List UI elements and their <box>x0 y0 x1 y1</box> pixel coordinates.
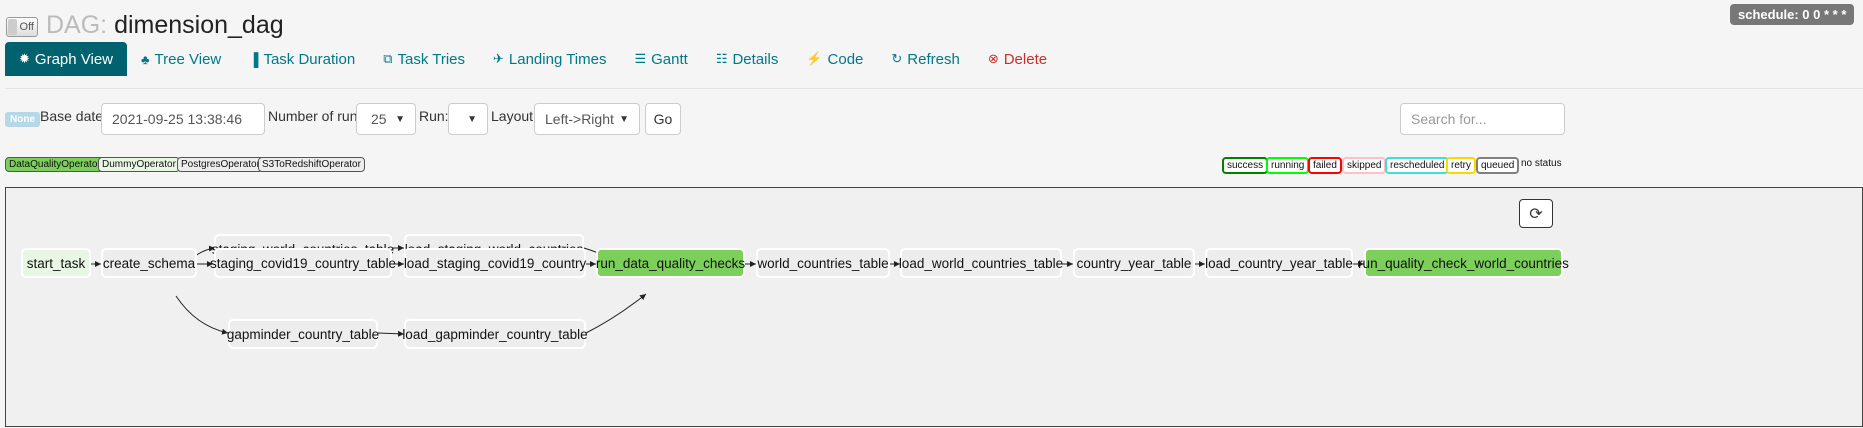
tab-label: Graph View <box>34 50 114 68</box>
legend-operator-s3toredshift: S3ToRedshiftOperator <box>258 157 365 172</box>
toggle-knob <box>8 19 17 35</box>
tab-label: Task Duration <box>263 50 356 68</box>
task-node-create-schema[interactable]: create_schema <box>101 248 197 278</box>
tab-label: Delete <box>1003 50 1048 68</box>
duplicate-icon: ⧉ <box>383 51 393 66</box>
task-node-country-year-table[interactable]: country_year_table <box>1073 248 1195 278</box>
legend-state-failed: failed <box>1308 157 1342 174</box>
task-node-gapminder-country-table[interactable]: gapminder_country_table <box>227 319 379 349</box>
base-date-value: 2021-09-25 13:38:46 <box>112 111 242 127</box>
tab-tree-view[interactable]: ♣ Tree View <box>127 42 235 76</box>
tab-label: Gantt <box>651 50 688 68</box>
layout-select[interactable]: Left->Right ▼ <box>534 103 640 135</box>
task-node-staging-covid19-country-table[interactable]: staging_covid19_country_table <box>210 248 396 278</box>
tab-task-duration[interactable]: ▐ Task Duration <box>235 42 369 76</box>
plane-icon: ✈ <box>493 51 504 66</box>
toggle-label: Off <box>19 21 34 33</box>
base-date-input[interactable]: 2021-09-25 13:38:46 <box>101 103 265 135</box>
tab-gantt[interactable]: ☰ Gantt <box>620 42 701 76</box>
layout-value: Left->Right <box>545 111 614 127</box>
bar-chart-icon: ▐ <box>249 51 259 67</box>
edge <box>583 293 647 335</box>
layout-label: Layout: <box>491 108 537 124</box>
chevron-down-icon: ▼ <box>395 113 405 125</box>
dag-title-prefix: DAG: <box>46 11 108 39</box>
tab-graph-view[interactable]: ✹ Graph View <box>5 42 128 76</box>
run-select[interactable]: ▼ <box>448 103 488 135</box>
dag-id: dimension_dag <box>114 11 284 39</box>
divider <box>5 88 1863 89</box>
go-button[interactable]: Go <box>645 103 681 135</box>
task-node-load-country-year-table[interactable]: load_country_year_table <box>1205 248 1353 278</box>
tab-task-tries[interactable]: ⧉ Task Tries <box>369 42 479 76</box>
tree-icon: ♣ <box>141 51 150 67</box>
task-node-run-quality-check-world-countries[interactable]: run_quality_check_world_countries <box>1358 248 1569 278</box>
num-runs-value: 25 <box>371 111 387 127</box>
search-placeholder: Search for... <box>1411 111 1487 127</box>
task-node-load-gapminder-country-table[interactable]: load_gapminder_country_table <box>402 319 588 349</box>
tab-landing-times[interactable]: ✈ Landing Times <box>479 42 620 76</box>
flash-icon: ⚡ <box>806 51 823 66</box>
refresh-icon: ↻ <box>891 51 903 66</box>
legend-no-status: no status <box>1521 158 1562 169</box>
tab-label: Details <box>732 50 779 68</box>
num-runs-label: Number of runs: <box>268 108 369 124</box>
view-nav: ✹ Graph View ♣ Tree View ▐ Task Duration ⧉ T… <box>5 42 1061 76</box>
dag-graph-canvas[interactable]: start_task create_schema staging_world_c… <box>5 187 1863 427</box>
edge <box>175 295 229 335</box>
refresh-icon: ⟳ <box>1529 205 1543 223</box>
task-node-start-task[interactable]: start_task <box>21 248 91 278</box>
align-left-icon: ☰ <box>634 51 647 66</box>
remove-circle-icon: ⊗ <box>987 51 999 66</box>
legend-state-running: running <box>1266 157 1310 174</box>
legend-state-success: success <box>1222 157 1269 174</box>
run-label: Run: <box>419 108 449 124</box>
chevron-down-icon: ▼ <box>467 113 477 125</box>
list-icon: ☷ <box>715 51 728 66</box>
tab-details[interactable]: ☷ Details <box>702 42 793 76</box>
legend-state-retry: retry <box>1446 157 1476 174</box>
asterisk-icon: ✹ <box>19 51 30 66</box>
legend-state-queued: queued <box>1476 157 1520 174</box>
tab-label: Task Tries <box>397 50 465 68</box>
legend-state-rescheduled: rescheduled <box>1385 157 1450 174</box>
legend-state-skipped: skipped <box>1342 157 1387 174</box>
task-node-load-world-countries-table[interactable]: load_world_countries_table <box>899 248 1063 278</box>
task-node-run-data-quality-checks[interactable]: run_data_quality_checks <box>596 248 745 278</box>
tab-label: Refresh <box>907 50 960 68</box>
state-badge: None <box>5 112 40 127</box>
base-date-label: Base date: <box>40 108 107 124</box>
refresh-button[interactable]: ↻ Refresh <box>877 42 973 76</box>
task-node-load-staging-covid19-country[interactable]: load_staging_covid19_country <box>404 248 586 278</box>
dag-pause-toggle[interactable]: Off <box>6 17 38 37</box>
tab-label: Tree View <box>154 50 222 68</box>
tab-label: Landing Times <box>508 50 607 68</box>
chevron-down-icon: ▼ <box>619 113 629 125</box>
edge <box>377 330 405 337</box>
delete-button[interactable]: ⊗ Delete <box>974 42 1061 76</box>
legend-operator-postgres: PostgresOperator <box>177 157 264 172</box>
tab-code[interactable]: ⚡ Code <box>792 42 877 76</box>
search-input[interactable]: Search for... <box>1400 103 1565 135</box>
schedule-badge: schedule: 0 0 * * * <box>1730 4 1855 25</box>
graph-edges <box>90 245 1364 337</box>
tab-label: Code <box>827 50 864 68</box>
page-title: DAG: dimension_dag <box>46 11 284 40</box>
legend-operator-dataquality: DataQualityOperator <box>5 157 105 172</box>
graph-refresh-button[interactable]: ⟳ <box>1519 199 1553 228</box>
task-node-world-countries-table[interactable]: world_countries_table <box>756 248 890 278</box>
legend-operator-dummy: DummyOperator <box>98 157 180 172</box>
num-runs-select[interactable]: 25 ▼ <box>356 103 416 135</box>
